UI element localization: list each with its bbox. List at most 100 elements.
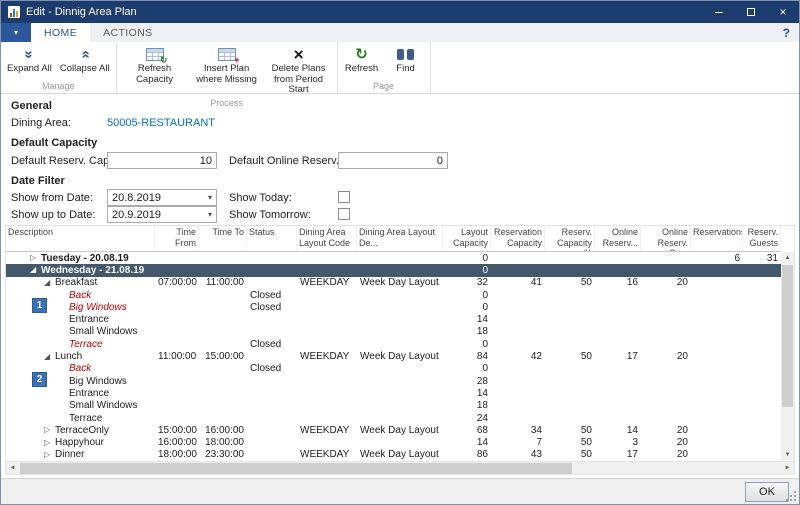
expand-all-button[interactable]: » Expand All — [3, 43, 56, 76]
table-row[interactable]: TerraceClosed0 — [6, 338, 781, 350]
table-header: DescriptionTime FromTime ToStatusDining … — [6, 226, 781, 252]
tab-actions[interactable]: ACTIONS — [90, 23, 165, 42]
table-row[interactable]: Small Windows18 — [6, 400, 781, 412]
resize-grip-icon[interactable] — [785, 490, 796, 501]
cell-time_to: 23:30:00 — [199, 449, 247, 460]
horizontal-scrollbar[interactable]: ◄ ► — [6, 461, 794, 474]
column-header-online_reserv[interactable]: Online Reserv... — [595, 226, 641, 251]
column-header-layout_desc[interactable]: Dining Area Layout De... — [357, 226, 443, 251]
cell-layout_capacity: 18 — [443, 400, 491, 411]
default-online-reserv-capacity-input[interactable]: 0 — [338, 152, 448, 169]
show-today-checkbox[interactable] — [338, 191, 350, 203]
horizontal-scroll-thumb[interactable] — [20, 463, 572, 474]
refresh-capacity-button[interactable]: ↻ Refresh Capacity — [119, 43, 191, 86]
table-row[interactable]: Small Windows18 — [6, 326, 781, 338]
dining-area-link[interactable]: 50005-RESTAURANT — [107, 117, 215, 129]
ok-button[interactable]: OK — [745, 482, 789, 502]
row-description: Small Windows — [69, 326, 137, 337]
cell-status: Closed — [247, 363, 297, 374]
collapse-row-icon[interactable]: ◢ — [30, 266, 41, 274]
table-row[interactable]: 1Big WindowsClosed0 — [6, 301, 781, 313]
collapse-all-button[interactable]: » Collapse All — [56, 43, 114, 76]
cell-layout_capacity: 14 — [443, 314, 491, 325]
chevron-down-icon: ▾ — [208, 193, 212, 202]
show-tomorrow-checkbox[interactable] — [338, 208, 350, 220]
table-row[interactable]: ◢Wednesday - 21.08.190 — [6, 264, 781, 276]
cell-layout_capacity: 0 — [443, 253, 491, 264]
table-row[interactable]: ◢Lunch11:00:0015:00:00WEEKDAYWeek Day La… — [6, 350, 781, 362]
column-header-layout_capacity[interactable]: Layout Capacity — [443, 226, 491, 251]
expand-row-icon[interactable]: ▷ — [44, 426, 55, 434]
file-menu-button[interactable]: ▾ — [1, 23, 31, 42]
group-label-page: Page — [340, 80, 428, 93]
binoculars-icon — [397, 44, 414, 64]
chevron-down-icon: ▾ — [208, 210, 212, 219]
cell-layout_capacity: 0 — [443, 290, 491, 301]
vertical-scroll-thumb[interactable] — [782, 265, 793, 407]
section-general: General — [11, 100, 52, 112]
show-up-to-date-select[interactable]: 20.9.2019 ▾ — [107, 206, 217, 223]
cell-online_reserv: 17 — [595, 351, 641, 362]
table-row[interactable]: Terrace24 — [6, 412, 781, 424]
insert-plan-button[interactable]: + Insert Plan where Missing — [191, 43, 263, 86]
column-header-layout_code[interactable]: Dining Area Layout Code — [297, 226, 357, 251]
refresh-button[interactable]: ↻ Refresh — [340, 43, 384, 76]
cell-reservation_capacity: 43 — [491, 449, 545, 460]
column-header-time_to[interactable]: Time To — [199, 226, 247, 251]
help-button[interactable]: ? — [783, 23, 790, 42]
scroll-up-icon[interactable]: ▲ — [781, 252, 794, 264]
expand-row-icon[interactable]: ▷ — [30, 254, 41, 262]
collapse-row-icon[interactable]: ◢ — [44, 353, 55, 361]
table-row[interactable]: BackClosed0 — [6, 289, 781, 301]
table-row[interactable]: Entrance14 — [6, 313, 781, 325]
table-row[interactable]: ▷TerraceOnly15:00:0016:00:00WEEKDAYWeek … — [6, 424, 781, 436]
table-row[interactable]: BackClosed0 — [6, 363, 781, 375]
table-row[interactable]: ▷Tuesday - 20.08.190631 — [6, 252, 781, 264]
row-description: Terrace — [69, 339, 103, 350]
cell-description: ◢Wednesday - 21.08.19 — [6, 265, 155, 276]
chevron-down-icon: ▾ — [14, 28, 18, 37]
column-header-status[interactable]: Status — [247, 226, 297, 251]
ribbon-group-manage: » Expand All » Collapse All Manage — [1, 42, 117, 93]
cell-online_reserv_ca: 20 — [641, 277, 691, 288]
column-header-reserv_capacity_pct[interactable]: Reserv. Capacity % — [545, 226, 595, 251]
expand-row-icon[interactable]: ▷ — [44, 439, 55, 447]
table-row[interactable]: ▷Happyhour16:00:0018:00:0014750320 — [6, 436, 781, 448]
row-description: Entrance — [69, 388, 109, 399]
row-description: Big Windows — [69, 376, 127, 387]
window-title: Edit - Dinnig Area Plan — [26, 6, 137, 18]
column-header-reservation_capacity[interactable]: Reservation Capacity — [491, 226, 545, 251]
cell-layout_capacity: 14 — [443, 437, 491, 448]
collapse-row-icon[interactable]: ◢ — [44, 279, 55, 287]
maximize-button[interactable] — [735, 1, 767, 23]
button-label: Find — [396, 64, 414, 75]
default-reserv-capacity-input[interactable]: 10 — [107, 152, 217, 169]
minimize-button[interactable] — [703, 1, 735, 23]
column-header-online_reserv_ca[interactable]: Online Reserv. Ca... — [641, 226, 691, 251]
row-description: Big Windows — [69, 302, 127, 313]
cell-reservation_capacity: 41 — [491, 277, 545, 288]
expand-row-icon[interactable]: ▷ — [44, 451, 55, 459]
column-header-time_from[interactable]: Time From — [155, 226, 199, 251]
column-header-reserv_guests[interactable]: Reserv. Guests — [743, 226, 781, 251]
table-row[interactable]: Entrance14 — [6, 387, 781, 399]
scroll-down-icon[interactable]: ▼ — [781, 449, 794, 461]
column-header-description[interactable]: Description — [6, 226, 155, 251]
button-label: Expand All — [7, 64, 52, 75]
cell-reservation_capacity: 42 — [491, 351, 545, 362]
app-icon — [8, 6, 20, 18]
show-from-date-select[interactable]: 20.8.2019 ▾ — [107, 189, 217, 206]
delete-plans-button[interactable]: × Delete Plans from Period Start — [263, 43, 335, 97]
minimize-icon — [715, 12, 723, 13]
table-row[interactable]: ◢Breakfast07:00:0011:00:00WEEKDAYWeek Da… — [6, 277, 781, 289]
column-header-reservations[interactable]: Reservations — [691, 226, 743, 251]
scroll-left-icon[interactable]: ◄ — [6, 462, 19, 474]
scroll-right-icon[interactable]: ► — [781, 462, 794, 474]
table-row[interactable]: 2Big Windows28 — [6, 375, 781, 387]
tab-home[interactable]: HOME — [31, 23, 90, 42]
close-button[interactable]: × — [767, 1, 799, 23]
table-row[interactable]: ▷Dinner18:00:0023:30:00WEEKDAYWeek Day L… — [6, 449, 781, 461]
vertical-scrollbar[interactable]: ▲ ▼ — [781, 252, 794, 461]
show-from-date-label: Show from Date: — [11, 192, 93, 204]
find-button[interactable]: Find — [384, 43, 428, 76]
